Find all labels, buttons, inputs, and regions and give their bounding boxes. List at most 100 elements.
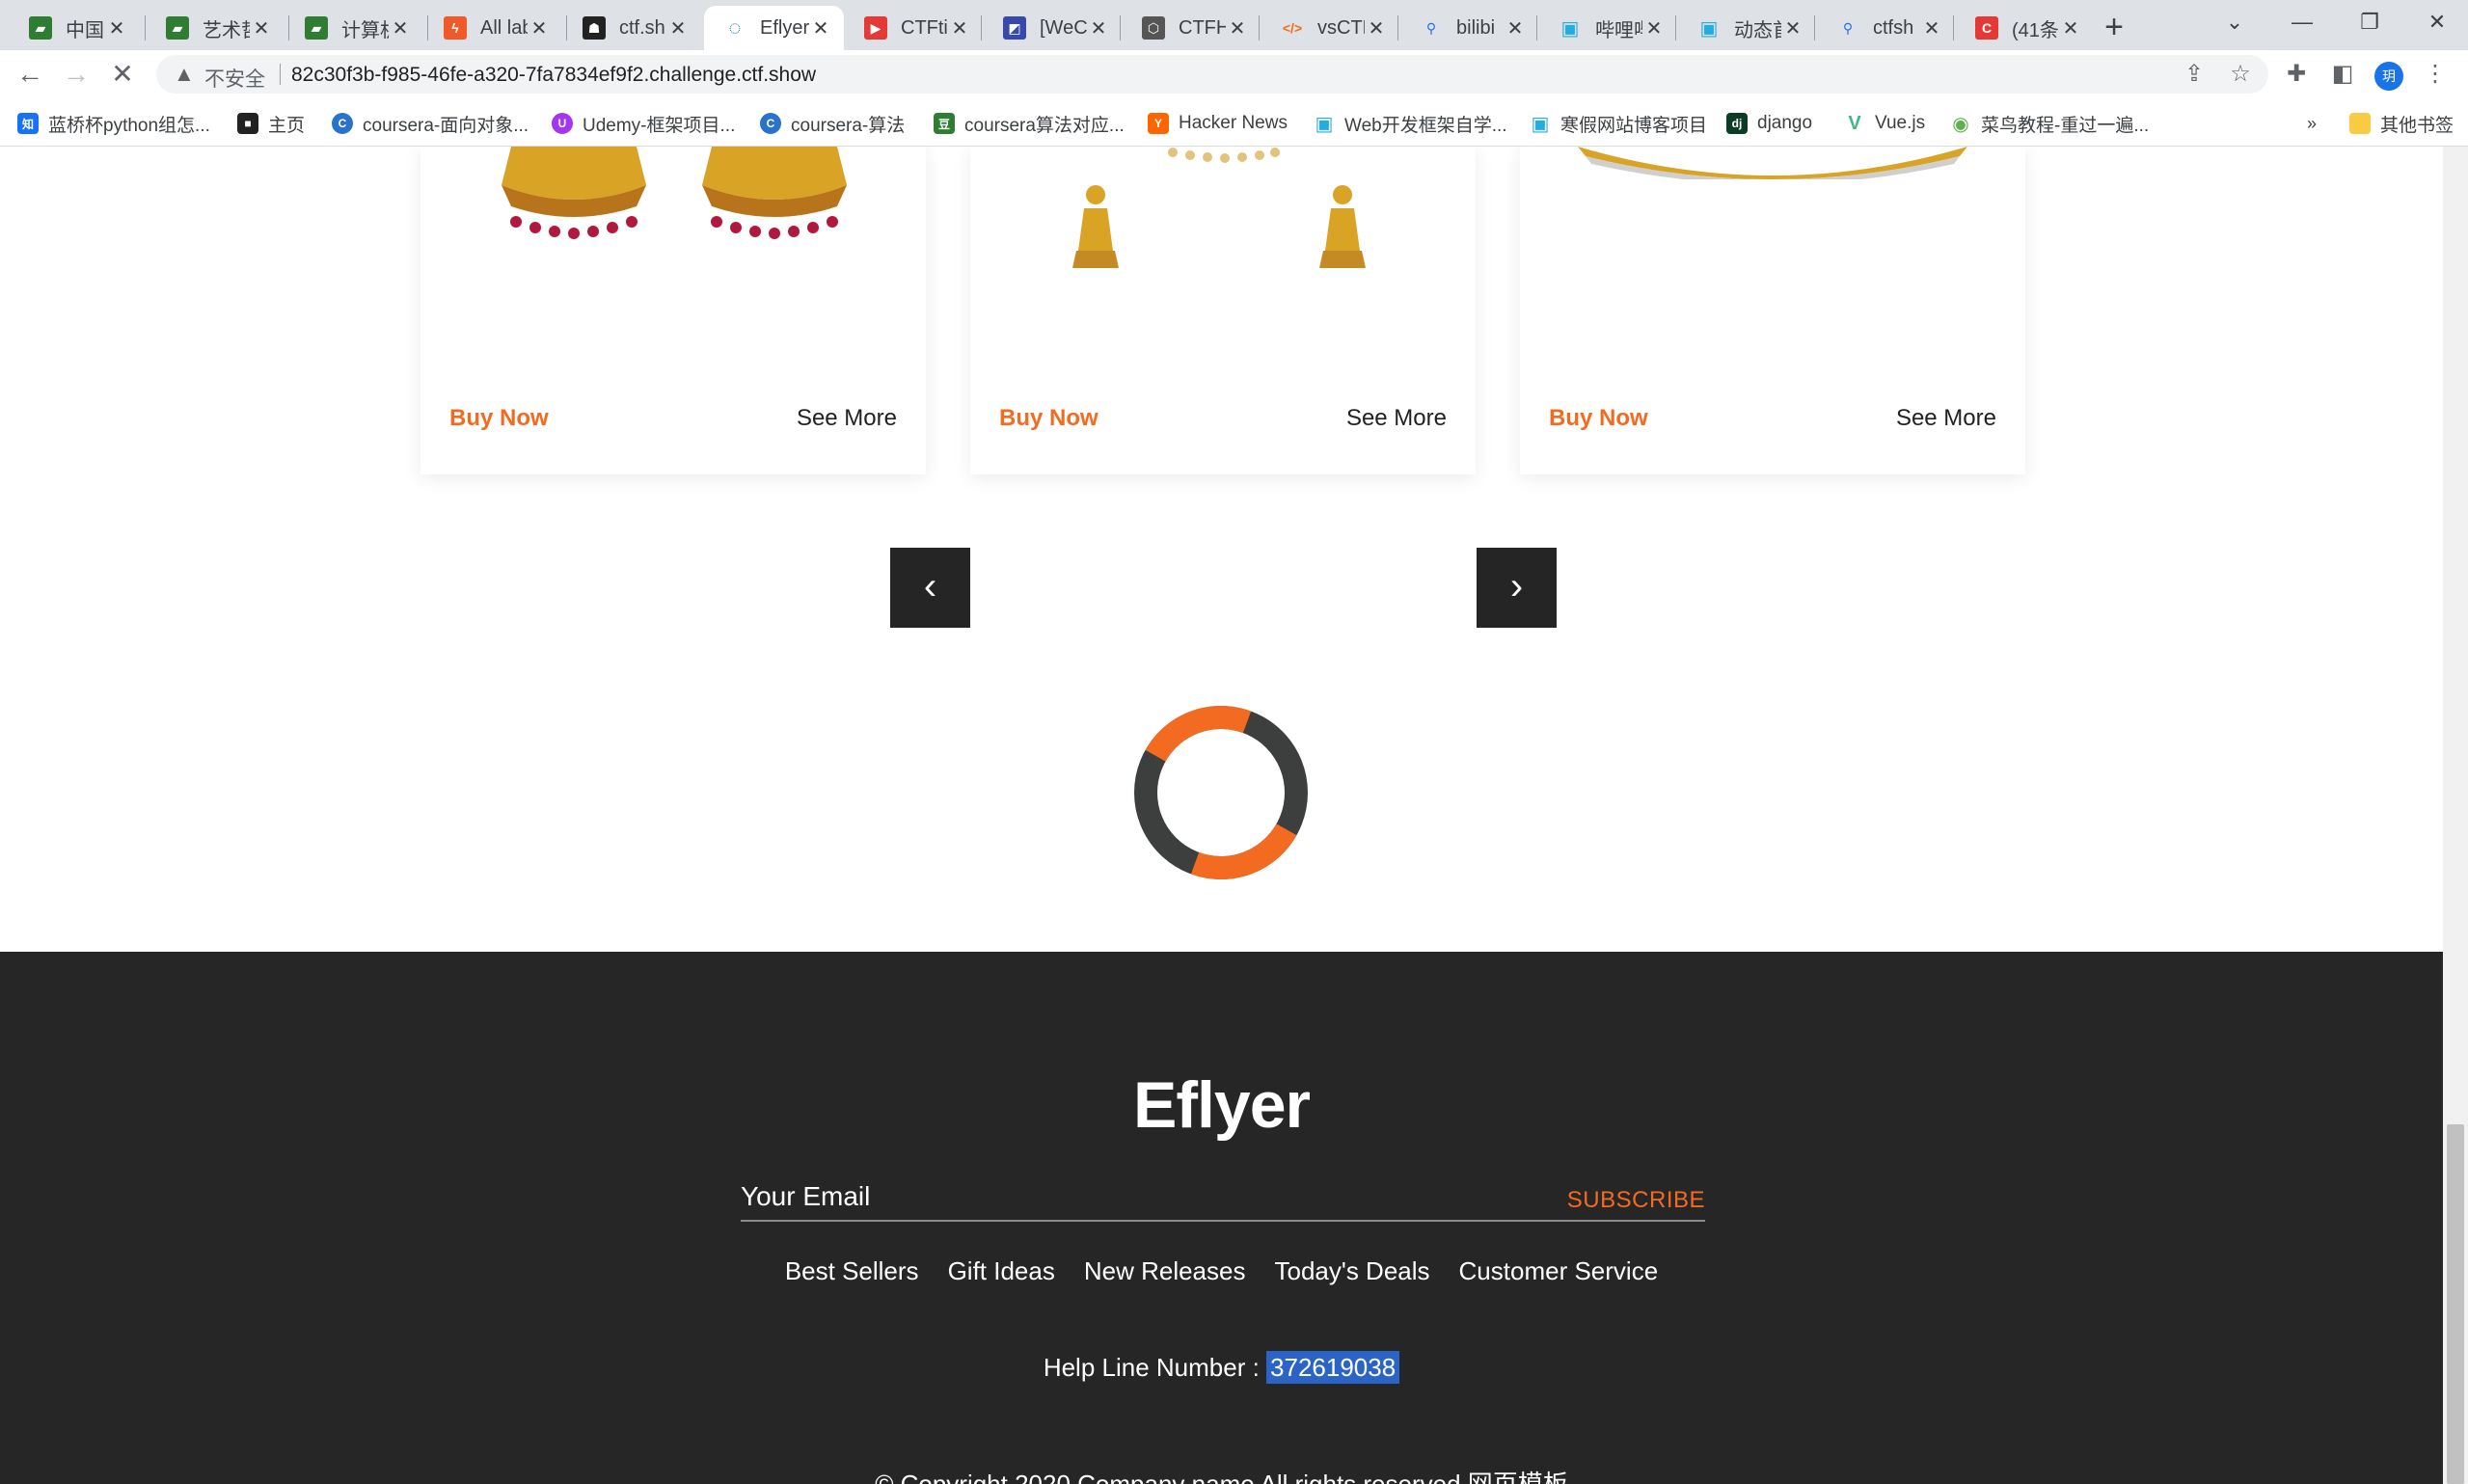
bookmark-label: 菜鸟教程-重过一遍... [1981, 115, 2150, 136]
subscribe-button[interactable]: SUBSCRIBE [1567, 1187, 1705, 1214]
more-menu-icon[interactable]: ⋮ [2419, 58, 2452, 91]
close-icon[interactable]: ✕ [2059, 16, 2082, 40]
browser-window: ▰中国大✕ ▰艺术哲✕ ▰计算机✕ ϟAll lab✕ ☗ctf.sh✕ ◌Ef… [0, 0, 2468, 1484]
helpline-number[interactable]: 372619038 [1266, 1351, 1400, 1384]
page-viewport: Buy Now See More Buy Now See More Buy No… [0, 147, 2443, 1484]
email-input[interactable] [741, 1177, 1512, 1216]
bookmark-5[interactable]: 豆 coursera算法对应... [934, 110, 1125, 137]
close-icon[interactable]: ✕ [105, 16, 128, 40]
tab-search-chevron-icon[interactable]: ⌄ [2201, 0, 2268, 44]
window-close-icon[interactable]: ✕ [2403, 0, 2468, 44]
close-icon[interactable]: ✕ [809, 16, 832, 40]
footer-link-new-releases[interactable]: New Releases [1084, 1256, 1246, 1286]
tab-divider [145, 15, 146, 40]
tab-0[interactable]: ▰ 中国大✕ [10, 6, 140, 50]
close-icon[interactable]: ✕ [1504, 16, 1527, 40]
insecure-label[interactable]: 不安全 [204, 64, 265, 93]
bookmark-1[interactable]: ■ 主页 [237, 110, 305, 137]
other-bookmarks[interactable]: 其他书签 [2349, 110, 2465, 137]
tab-12[interactable]: ▣ 动态首✕ [1678, 6, 1816, 50]
tab-title: ctf.sh [619, 16, 665, 39]
footer-link-customer-service[interactable]: Customer Service [1459, 1256, 1659, 1286]
tab-1[interactable]: ▰ 艺术哲✕ [147, 6, 285, 50]
coursera-icon: C [332, 113, 353, 134]
tab-14[interactable]: C (41条 ✕ [1956, 6, 2094, 50]
footer-logo[interactable]: Eflyer [0, 1067, 2443, 1143]
extensions-puzzle-icon[interactable]: ✚ [2280, 58, 2313, 91]
close-icon[interactable]: ✕ [1781, 16, 1804, 40]
address-bar[interactable]: ▲ 不安全 82c30f3b-f985-46fe-a320-7fa7834ef9… [156, 55, 2268, 94]
url-text[interactable]: 82c30f3b-f985-46fe-a320-7fa7834ef9f2.cha… [291, 64, 816, 87]
bookmark-3[interactable]: U Udemy-框架项目... [552, 110, 735, 137]
tab-10[interactable]: ⚲ bilibi ✕ [1400, 6, 1538, 50]
tab-title: (41条 [2012, 19, 2059, 41]
close-icon[interactable]: ✕ [250, 16, 273, 40]
close-icon[interactable]: ✕ [948, 16, 971, 40]
bookmark-4[interactable]: Ccoursera-算法 [760, 110, 905, 137]
see-more-link[interactable]: See More [1346, 405, 1447, 432]
tab-7[interactable]: ◩ [WeC ✕ [984, 6, 1122, 50]
see-more-link[interactable]: See More [1896, 405, 1996, 432]
buy-now-button[interactable]: Buy Now [999, 405, 1098, 432]
tab-divider [981, 15, 982, 40]
star-bookmark-icon[interactable]: ☆ [2224, 58, 2257, 91]
tab-3[interactable]: ϟ All lab ✕ [424, 6, 562, 50]
close-icon[interactable]: ✕ [666, 16, 690, 40]
tab-13[interactable]: ⚲ ctfsh ✕ [1817, 6, 1955, 50]
side-panel-icon[interactable]: ◧ [2326, 58, 2359, 91]
close-icon[interactable]: ✕ [1642, 16, 1666, 40]
footer-link-best-sellers[interactable]: Best Sellers [785, 1256, 919, 1286]
carousel-next-button[interactable]: › [1477, 548, 1557, 628]
stop-loading-icon[interactable]: ✕ [104, 56, 141, 93]
carousel-prev-button[interactable]: ‹ [890, 548, 970, 628]
warning-icon[interactable]: ▲ [174, 62, 195, 87]
tab-9[interactable]: </> vsCTF✕ [1261, 6, 1399, 50]
close-icon[interactable]: ✕ [1920, 16, 1943, 40]
minimize-icon[interactable]: — [2268, 0, 2336, 44]
close-icon[interactable]: ✕ [1087, 16, 1110, 40]
bookmark-8[interactable]: ▣ 寒假网站博客项目 [1530, 110, 1707, 137]
tab-6[interactable]: ▶ CTFti ✕ [845, 6, 983, 50]
bookmark-6[interactable]: Y Hacker News [1148, 110, 1288, 137]
tab-8[interactable]: ⬡ CTFH ✕ [1123, 6, 1261, 50]
hex-icon: ⬡ [1142, 16, 1165, 40]
tab-strip: ▰中国大✕ ▰艺术哲✕ ▰计算机✕ ϟAll lab✕ ☗ctf.sh✕ ◌Ef… [0, 0, 2468, 50]
search-icon: ⚲ [1842, 19, 1854, 36]
restore-icon[interactable]: ❐ [2336, 0, 2403, 44]
close-icon[interactable]: ✕ [528, 16, 551, 40]
close-icon[interactable]: ✕ [1365, 16, 1388, 40]
see-more-link[interactable]: See More [797, 405, 897, 432]
close-icon[interactable]: ✕ [1226, 16, 1249, 40]
tab-11[interactable]: ▣ 哔哩哔✕ [1539, 6, 1677, 50]
profile-avatar[interactable]: 玥 [2374, 62, 2403, 91]
copyright-text: © Copyright 2020 Company name All rights… [875, 1470, 1568, 1484]
close-icon[interactable]: ✕ [389, 16, 412, 40]
bilibili-icon: ▣ [1531, 113, 1550, 135]
bookmark-0[interactable]: 知蓝桥杯python组怎... [17, 110, 210, 137]
bookmark-9[interactable]: dj django [1726, 110, 1812, 137]
tab-title: ctfsh [1873, 16, 1914, 39]
buy-now-button[interactable]: Buy Now [1549, 405, 1648, 432]
footer-link-gift-ideas[interactable]: Gift Ideas [948, 1256, 1055, 1286]
bookmarks-overflow-chevron[interactable]: » [2307, 110, 2317, 137]
bookmark-7[interactable]: ▣ Web开发框架自学... [1314, 110, 1507, 137]
zhihu-icon: 知 [17, 113, 39, 134]
back-arrow-icon[interactable]: ← [12, 56, 48, 93]
footer-link-todays-deals[interactable]: Today's Deals [1274, 1256, 1429, 1286]
new-tab-button[interactable]: + [2095, 8, 2133, 46]
forward-arrow-icon[interactable]: → [58, 56, 95, 93]
hacker-news-icon: Y [1148, 113, 1169, 134]
bookmark-2[interactable]: Ccoursera-面向对象... [332, 110, 529, 137]
bookmark-11[interactable]: ◉ 菜鸟教程-重过一遍... [1950, 110, 2149, 137]
tab-4[interactable]: ☗ ctf.sh ✕ [563, 6, 701, 50]
tab-2[interactable]: ▰ 计算机✕ [285, 6, 423, 50]
tab-5-active[interactable]: ◌ Eflyer ✕ [704, 6, 844, 50]
bookmark-10[interactable]: V Vue.js [1844, 110, 1925, 137]
browser-toolbar: ← → ✕ ▲ 不安全 82c30f3b-f985-46fe-a320-7fa7… [0, 50, 2468, 98]
buy-now-button[interactable]: Buy Now [449, 405, 549, 432]
tab-title: 计算机 [341, 19, 389, 41]
share-icon[interactable]: ⇪ [2178, 58, 2210, 91]
scrollbar-thumb[interactable] [2447, 1124, 2464, 1484]
page-scrollbar[interactable] [2443, 147, 2468, 1484]
tab-title: Eflyer [760, 16, 809, 39]
